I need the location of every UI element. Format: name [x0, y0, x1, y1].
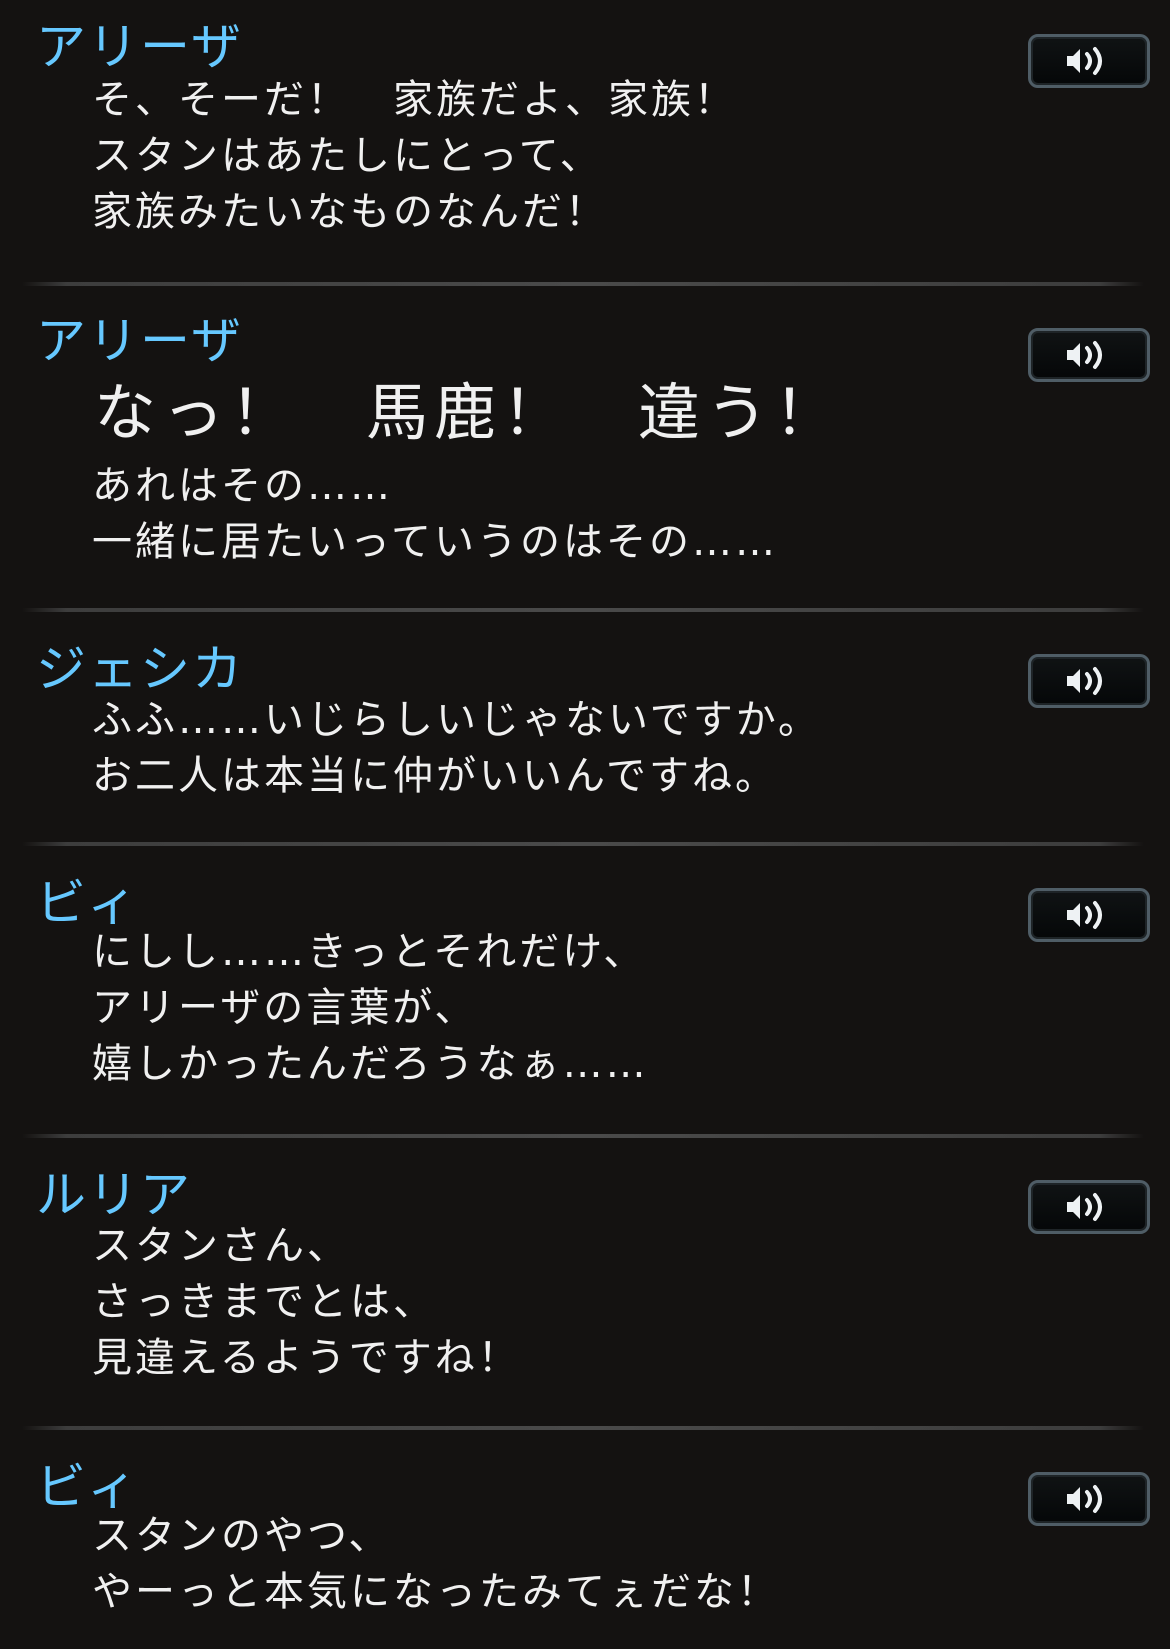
- speaker-name: アリーザ: [36, 18, 243, 76]
- dialogue-line: 嬉しかったんだろうなぁ……: [92, 1041, 649, 1087]
- speaker-volume-icon: [1067, 1485, 1102, 1513]
- speaker-name: ビィ: [36, 1458, 139, 1516]
- voice-play-button[interactable]: [1028, 654, 1150, 708]
- dialogue-log[interactable]: アリーザ そ、そーだ！ 家族だよ、家族！ スタンはあたしにとって、 家族みたいな…: [0, 0, 1170, 1649]
- log-entry: ジェシカ ふふ……いじらしいじゃないですか。 お二人は本当に仲がいいんですね。: [0, 640, 1170, 840]
- entry-divider: [22, 842, 1144, 846]
- dialogue-line: スタンさん、: [92, 1223, 350, 1269]
- entry-divider: [22, 1426, 1144, 1430]
- entry-divider: [22, 282, 1144, 286]
- speaker-volume-icon: [1067, 341, 1102, 369]
- voice-play-button[interactable]: [1028, 328, 1150, 382]
- speaker-volume-icon: [1067, 47, 1102, 75]
- dialogue-line: スタンはあたしにとって、: [92, 133, 603, 179]
- dialogue-line: 家族みたいなものなんだ！: [92, 189, 608, 235]
- dialogue-line: アリーザの言葉が、: [92, 985, 478, 1031]
- dialogue-line: 見違えるようですね！: [92, 1335, 521, 1381]
- log-entry: アリーザ そ、そーだ！ 家族だよ、家族！ スタンはあたしにとって、 家族みたいな…: [0, 18, 1170, 270]
- log-entry: ビィ にしし……きっとそれだけ、 アリーザの言葉が、 嬉しかったんだろうなぁ……: [0, 874, 1170, 1126]
- entry-divider: [22, 1134, 1144, 1138]
- dialogue-line: そ、そーだ！ 家族だよ、家族！: [92, 77, 737, 123]
- log-entry: アリーザ なっ！ 馬鹿！ 違う！ あれはその…… 一緒に居たいっていうのはその……: [0, 312, 1170, 592]
- speaker-volume-icon: [1067, 901, 1102, 929]
- voice-play-button[interactable]: [1028, 888, 1150, 942]
- log-entry: ルリア スタンさん、 さっきまでとは、 見違えるようですね！: [0, 1166, 1170, 1418]
- dialogue-line: スタンのやつ、: [92, 1513, 392, 1559]
- speaker-name: アリーザ: [36, 312, 243, 370]
- speaker-name: ジェシカ: [36, 640, 244, 698]
- voice-play-button[interactable]: [1028, 1180, 1150, 1234]
- speaker-name: ビィ: [36, 874, 139, 932]
- speaker-name: ルリア: [36, 1166, 192, 1224]
- dialogue-line: にしし……きっとそれだけ、: [92, 929, 647, 975]
- voice-play-button[interactable]: [1028, 1472, 1150, 1526]
- entry-divider: [22, 608, 1144, 612]
- speaker-volume-icon: [1067, 667, 1102, 695]
- dialogue-line: あれはその……: [92, 463, 393, 509]
- dialogue-line: やーっと本気になったみてぇだな！: [92, 1569, 780, 1615]
- speaker-volume-icon: [1067, 1193, 1102, 1221]
- dialogue-line: さっきまでとは、: [92, 1279, 436, 1325]
- emphasized-dialogue-line: なっ！ 馬鹿！ 違う！: [94, 376, 843, 449]
- dialogue-line: 一緒に居たいっていうのはその……: [92, 519, 778, 565]
- voice-play-button[interactable]: [1028, 34, 1150, 88]
- log-entry: ビィ スタンのやつ、 やーっと本気になったみてぇだな！: [0, 1458, 1170, 1648]
- dialogue-line: お二人は本当に仲がいいんですね。: [92, 753, 778, 799]
- dialogue-line: ふふ……いじらしいじゃないですか。: [92, 697, 821, 743]
